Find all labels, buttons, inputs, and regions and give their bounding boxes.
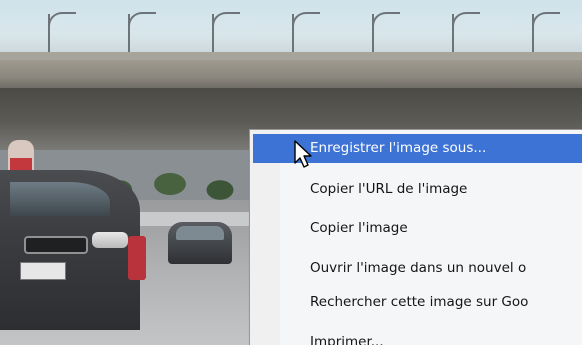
menu-item-copy-image-url[interactable]: Copier l'URL de l'image	[253, 175, 582, 204]
photo-car-windshield	[10, 182, 110, 216]
photo-car-grille	[24, 236, 88, 254]
menu-item-open-image-new-tab[interactable]: Ouvrir l'image dans un nouvel o	[253, 254, 582, 283]
lamp-post-icon	[128, 12, 156, 52]
arrow-pointer-icon	[294, 140, 312, 168]
photo-bridge	[0, 60, 582, 88]
menu-item-copy-image[interactable]: Copier l'image	[253, 214, 582, 243]
lamp-post-icon	[532, 12, 560, 52]
photo-car-plate	[20, 262, 66, 280]
photo-car-headlight	[92, 232, 128, 248]
lamp-post-icon	[372, 12, 400, 52]
photo-distant-car-window	[176, 226, 224, 240]
screenshot: Enregistrer l'image sous... Copier l'URL…	[0, 0, 582, 345]
lamp-post-icon	[212, 12, 240, 52]
photo-red-car	[128, 236, 146, 280]
photo-bridge-deck	[0, 52, 582, 60]
lamp-post-icon	[452, 12, 480, 52]
menu-item-print[interactable]: Imprimer...	[253, 328, 582, 345]
lamp-post-icon	[292, 12, 320, 52]
lamp-post-icon	[48, 12, 76, 52]
photo-sky	[0, 0, 582, 60]
menu-item-search-image-google[interactable]: Rechercher cette image sur Goo	[253, 288, 582, 317]
